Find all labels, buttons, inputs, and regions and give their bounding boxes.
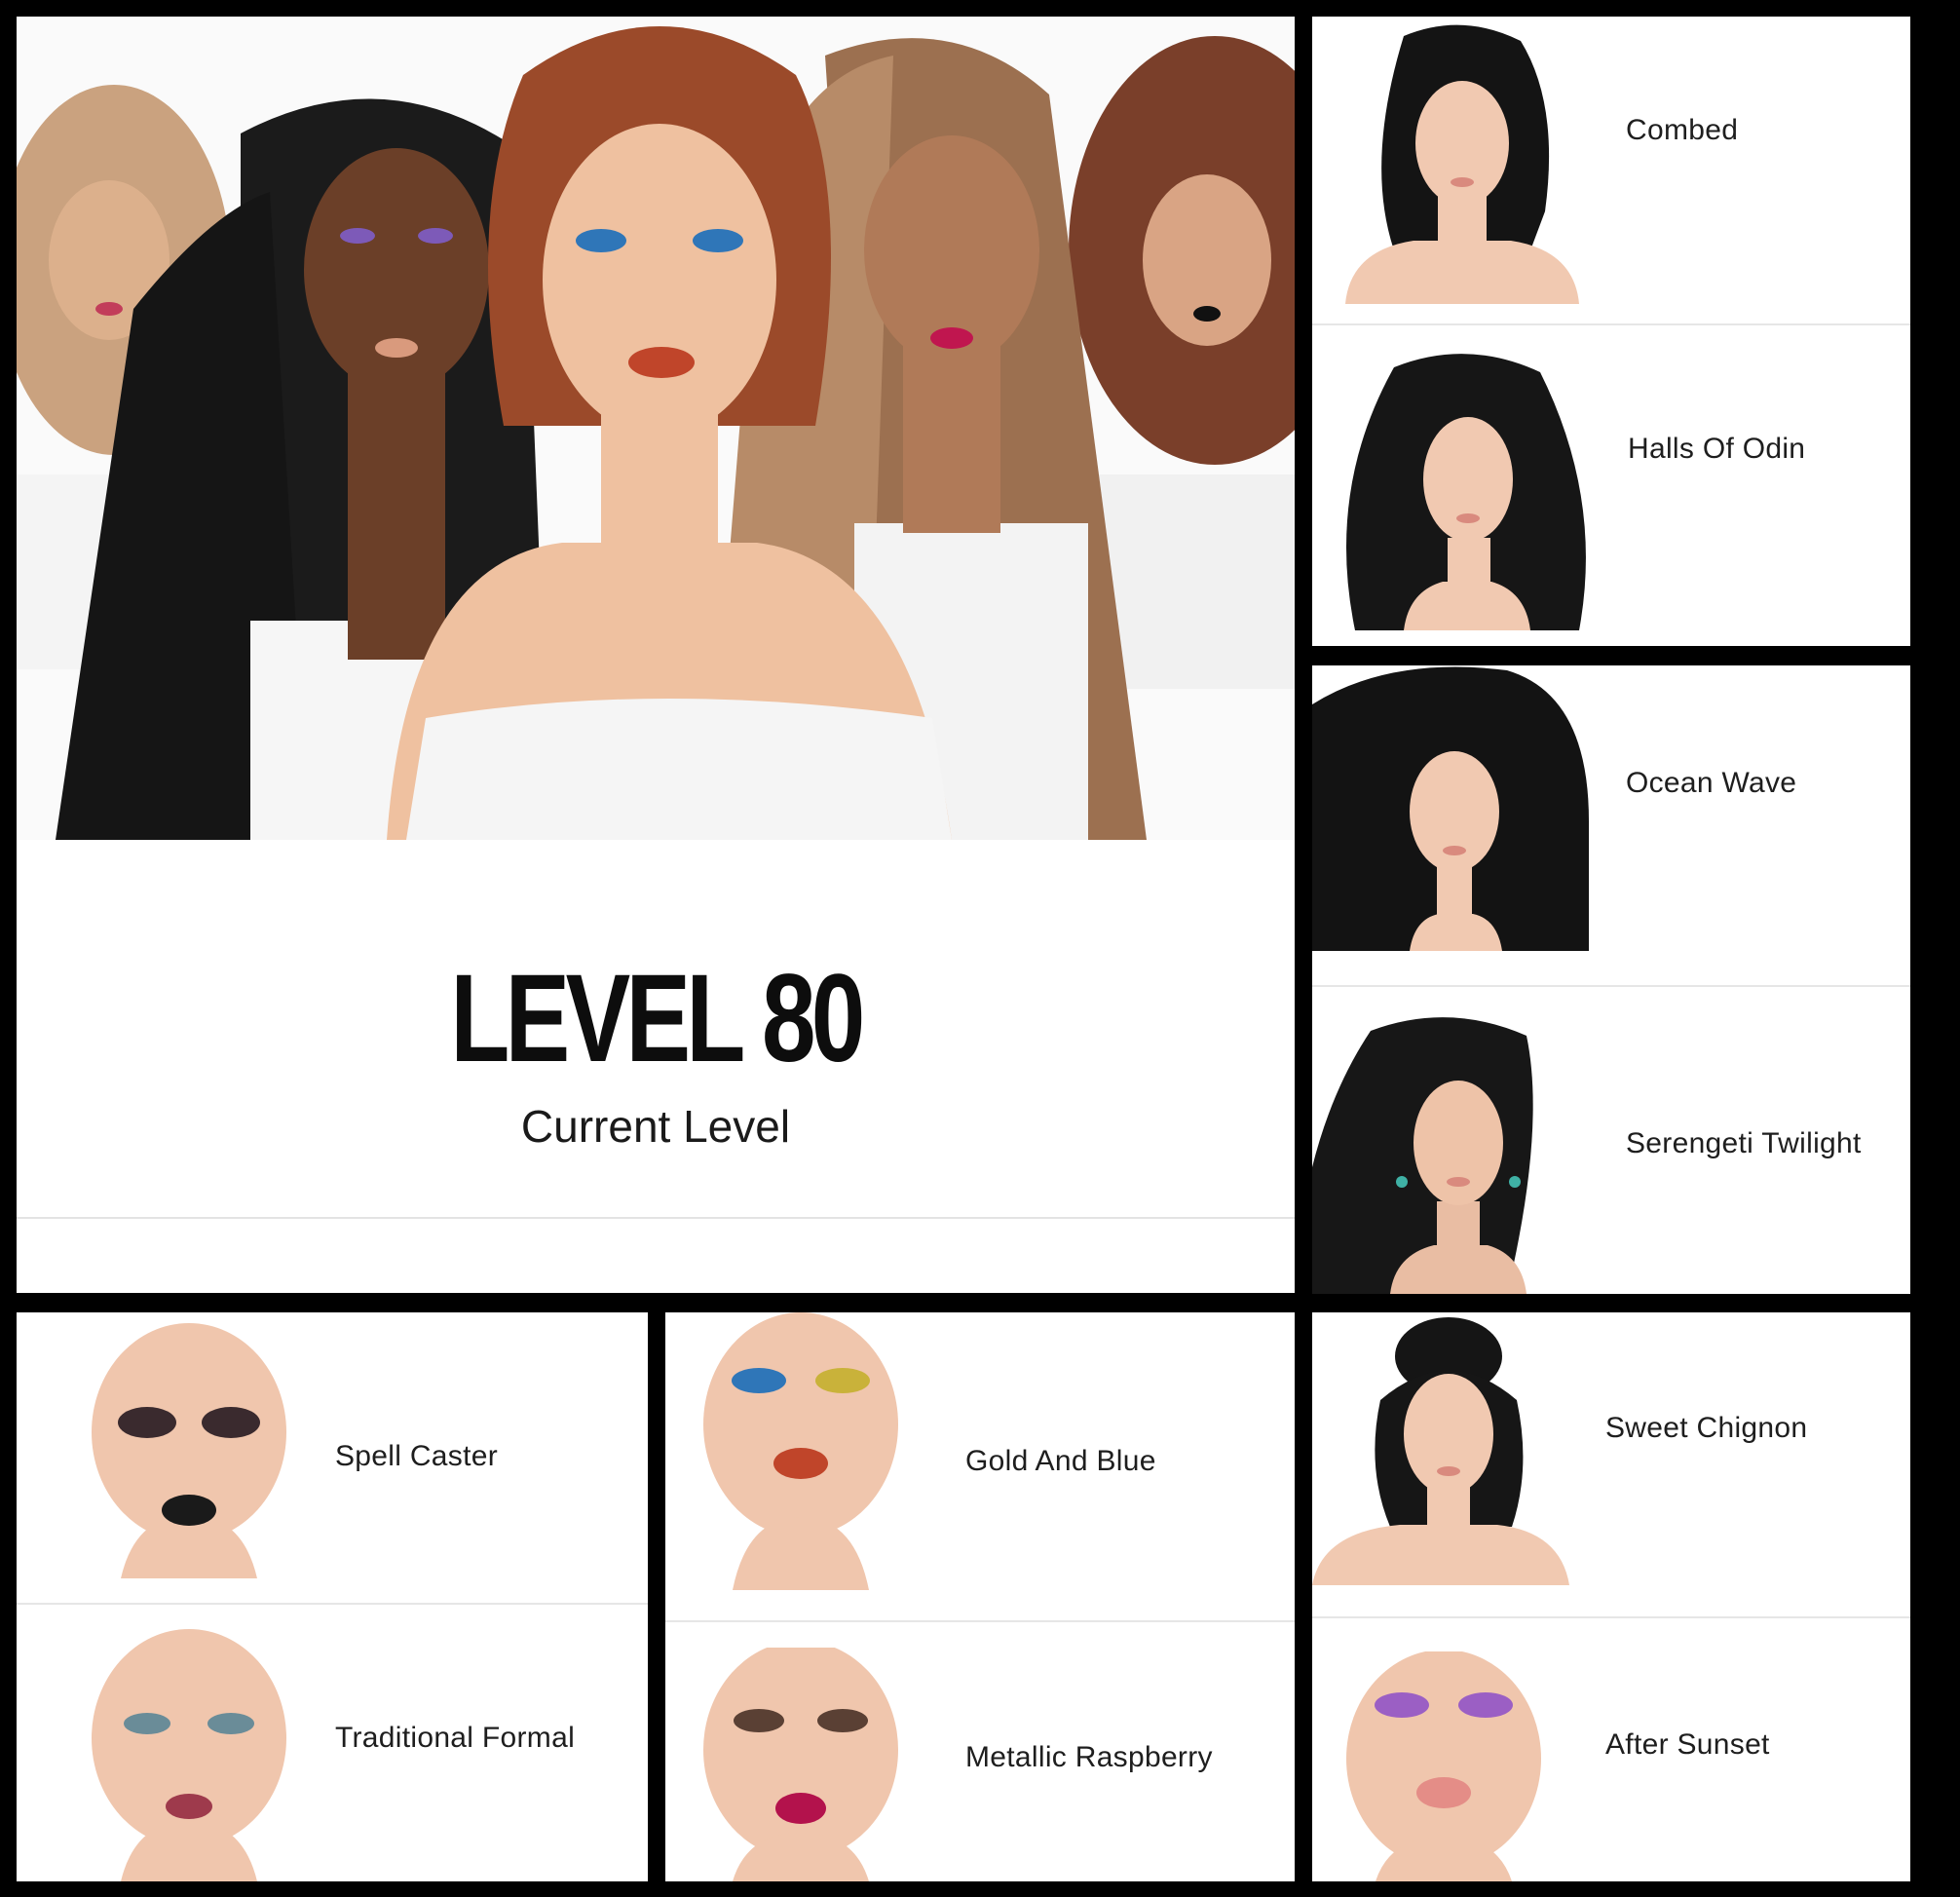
hairstyle-panel-2: Ocean Wave Serengeti Twilight (1312, 665, 1910, 1294)
hero-divider (17, 1217, 1295, 1219)
halls-of-odin-hair-icon (1346, 354, 1586, 630)
spell-caster-face-icon (92, 1323, 286, 1578)
hairstyle-label: Halls Of Odin (1628, 433, 1806, 465)
hairstyle-item-serengeti-twilight[interactable]: Serengeti Twilight (1312, 987, 1910, 1294)
makeup-item-spell-caster[interactable]: Spell Caster (17, 1312, 648, 1605)
gold-and-blue-face-icon (703, 1312, 898, 1590)
hairstyle-item-sweet-chignon[interactable]: Sweet Chignon (1312, 1312, 1910, 1618)
ocean-wave-hair-icon (1312, 666, 1589, 951)
level-caption: Current Level (520, 1101, 791, 1152)
hairstyle-label: Serengeti Twilight (1626, 1127, 1862, 1159)
level-panel: LEVEL 80 Current Level (17, 17, 1295, 1293)
metallic-raspberry-face-icon (703, 1648, 898, 1881)
makeup-item-traditional-formal[interactable]: Traditional Formal (17, 1605, 648, 1881)
makeup-label: Gold And Blue (965, 1445, 1156, 1477)
makeup-label: Spell Caster (335, 1440, 499, 1472)
makeup-item-after-sunset[interactable]: After Sunset (1312, 1618, 1910, 1881)
makeup-label: Traditional Formal (335, 1722, 576, 1754)
hairstyle-label: Ocean Wave (1626, 767, 1797, 799)
level-number: LEVEL 80 (450, 949, 865, 1088)
hairstyle-item-ocean-wave[interactable]: Ocean Wave (1312, 665, 1910, 987)
hairstyle-label: Combed (1626, 114, 1739, 146)
makeup-item-metallic-raspberry[interactable]: Metallic Raspberry (665, 1622, 1295, 1881)
hairstyle-panel-1: Combed Halls Of Odin (1312, 17, 1910, 646)
sweet-chignon-hair-icon (1312, 1317, 1569, 1585)
makeup-label: After Sunset (1605, 1728, 1770, 1761)
after-sunset-face-icon (1346, 1651, 1541, 1881)
hairstyle-item-halls-of-odin[interactable]: Halls Of Odin (1312, 325, 1910, 646)
serengeti-twilight-hair-icon (1312, 1017, 1533, 1294)
makeup-panel-2: Gold And Blue Metallic Raspberry (665, 1312, 1295, 1881)
hairstyle-item-combed[interactable]: Combed (1312, 17, 1910, 325)
makeup-label: Metallic Raspberry (965, 1741, 1213, 1773)
makeup-item-gold-and-blue[interactable]: Gold And Blue (665, 1312, 1295, 1622)
makeup-panel-1: Spell Caster Traditional Formal (17, 1312, 648, 1881)
mixed-panel: Sweet Chignon After Sunset (1312, 1312, 1910, 1881)
hero-models-illustration (17, 17, 1295, 840)
hairstyle-label: Sweet Chignon (1605, 1412, 1808, 1444)
traditional-formal-face-icon (92, 1629, 286, 1881)
combed-hair-icon (1345, 24, 1579, 304)
